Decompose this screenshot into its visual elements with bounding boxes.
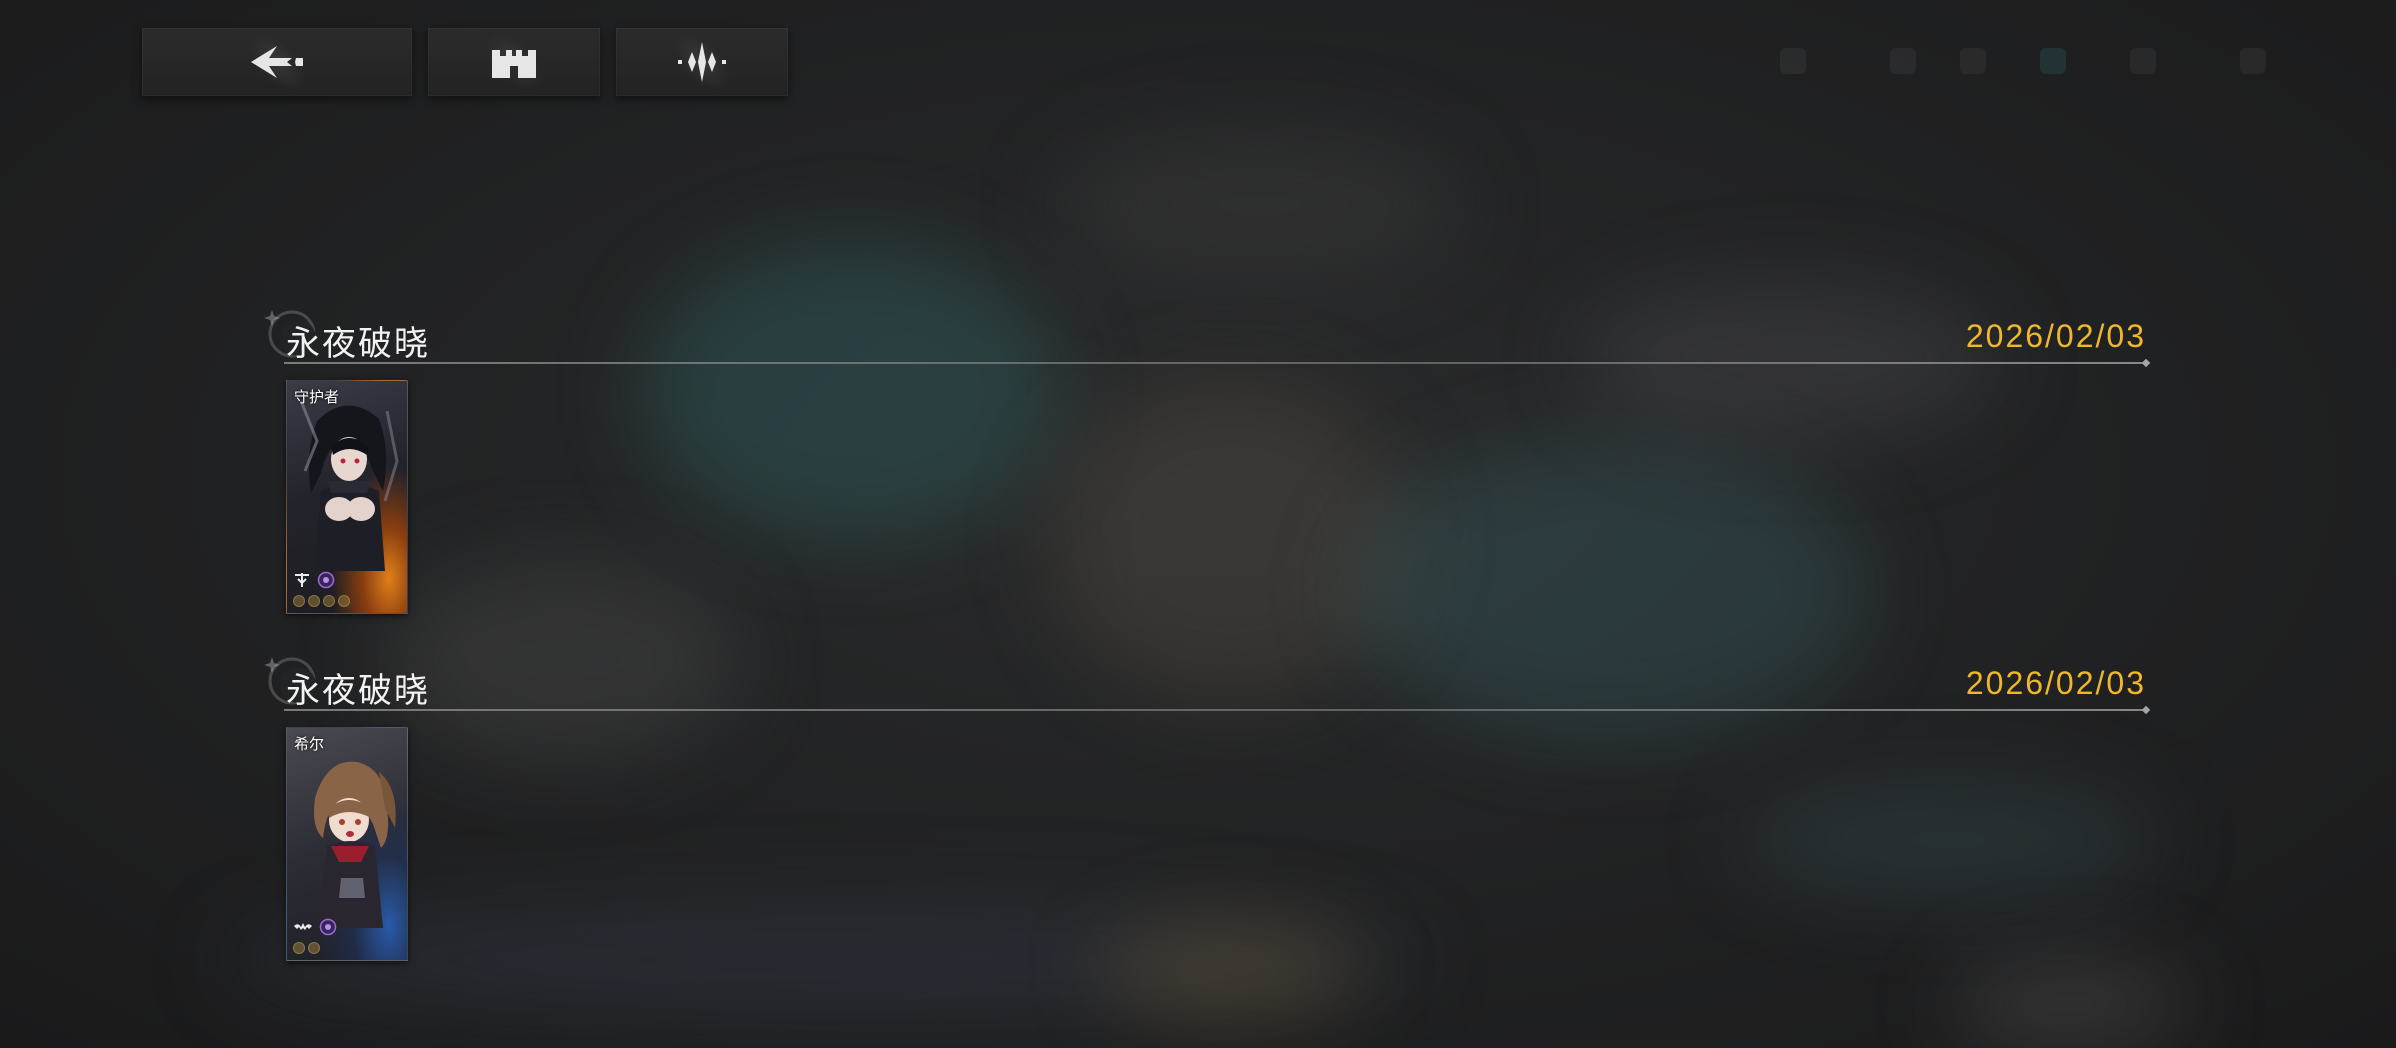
back-arrow-icon xyxy=(251,46,303,78)
entry-date: 2026/02/03 xyxy=(1965,665,2146,701)
entry-date: 2026/02/03 xyxy=(1965,318,2146,354)
purple-element-icon xyxy=(317,571,335,589)
entry-title: 永夜破晓 xyxy=(286,671,430,711)
entry-divider xyxy=(284,362,2146,364)
entry-title: 永夜破晓 xyxy=(286,324,430,364)
bat-class-icon xyxy=(294,923,312,930)
character-name: 希尔 xyxy=(294,735,325,753)
character-card[interactable]: 守护者 xyxy=(286,380,408,614)
character-name: 守护者 xyxy=(294,388,340,406)
sword-class-icon xyxy=(295,573,309,587)
star-rating xyxy=(293,595,350,607)
base-button[interactable] xyxy=(428,23,600,101)
audio-button[interactable] xyxy=(616,23,788,101)
entry-divider xyxy=(284,709,2146,711)
history-screen: 永夜破晓 2026/02/03 守护者 永夜破晓 2026/02/03 希尔 xyxy=(0,0,2396,1048)
back-button[interactable] xyxy=(142,23,412,101)
character-card[interactable]: 希尔 xyxy=(286,727,408,961)
castle-icon xyxy=(492,50,536,78)
star-rating xyxy=(293,942,320,954)
purple-element-icon xyxy=(319,918,337,936)
sound-wave-icon xyxy=(678,42,726,82)
history-entry: 永夜破晓 2026/02/03 守护者 xyxy=(262,302,2146,622)
history-entry: 永夜破晓 2026/02/03 希尔 xyxy=(262,649,2146,969)
